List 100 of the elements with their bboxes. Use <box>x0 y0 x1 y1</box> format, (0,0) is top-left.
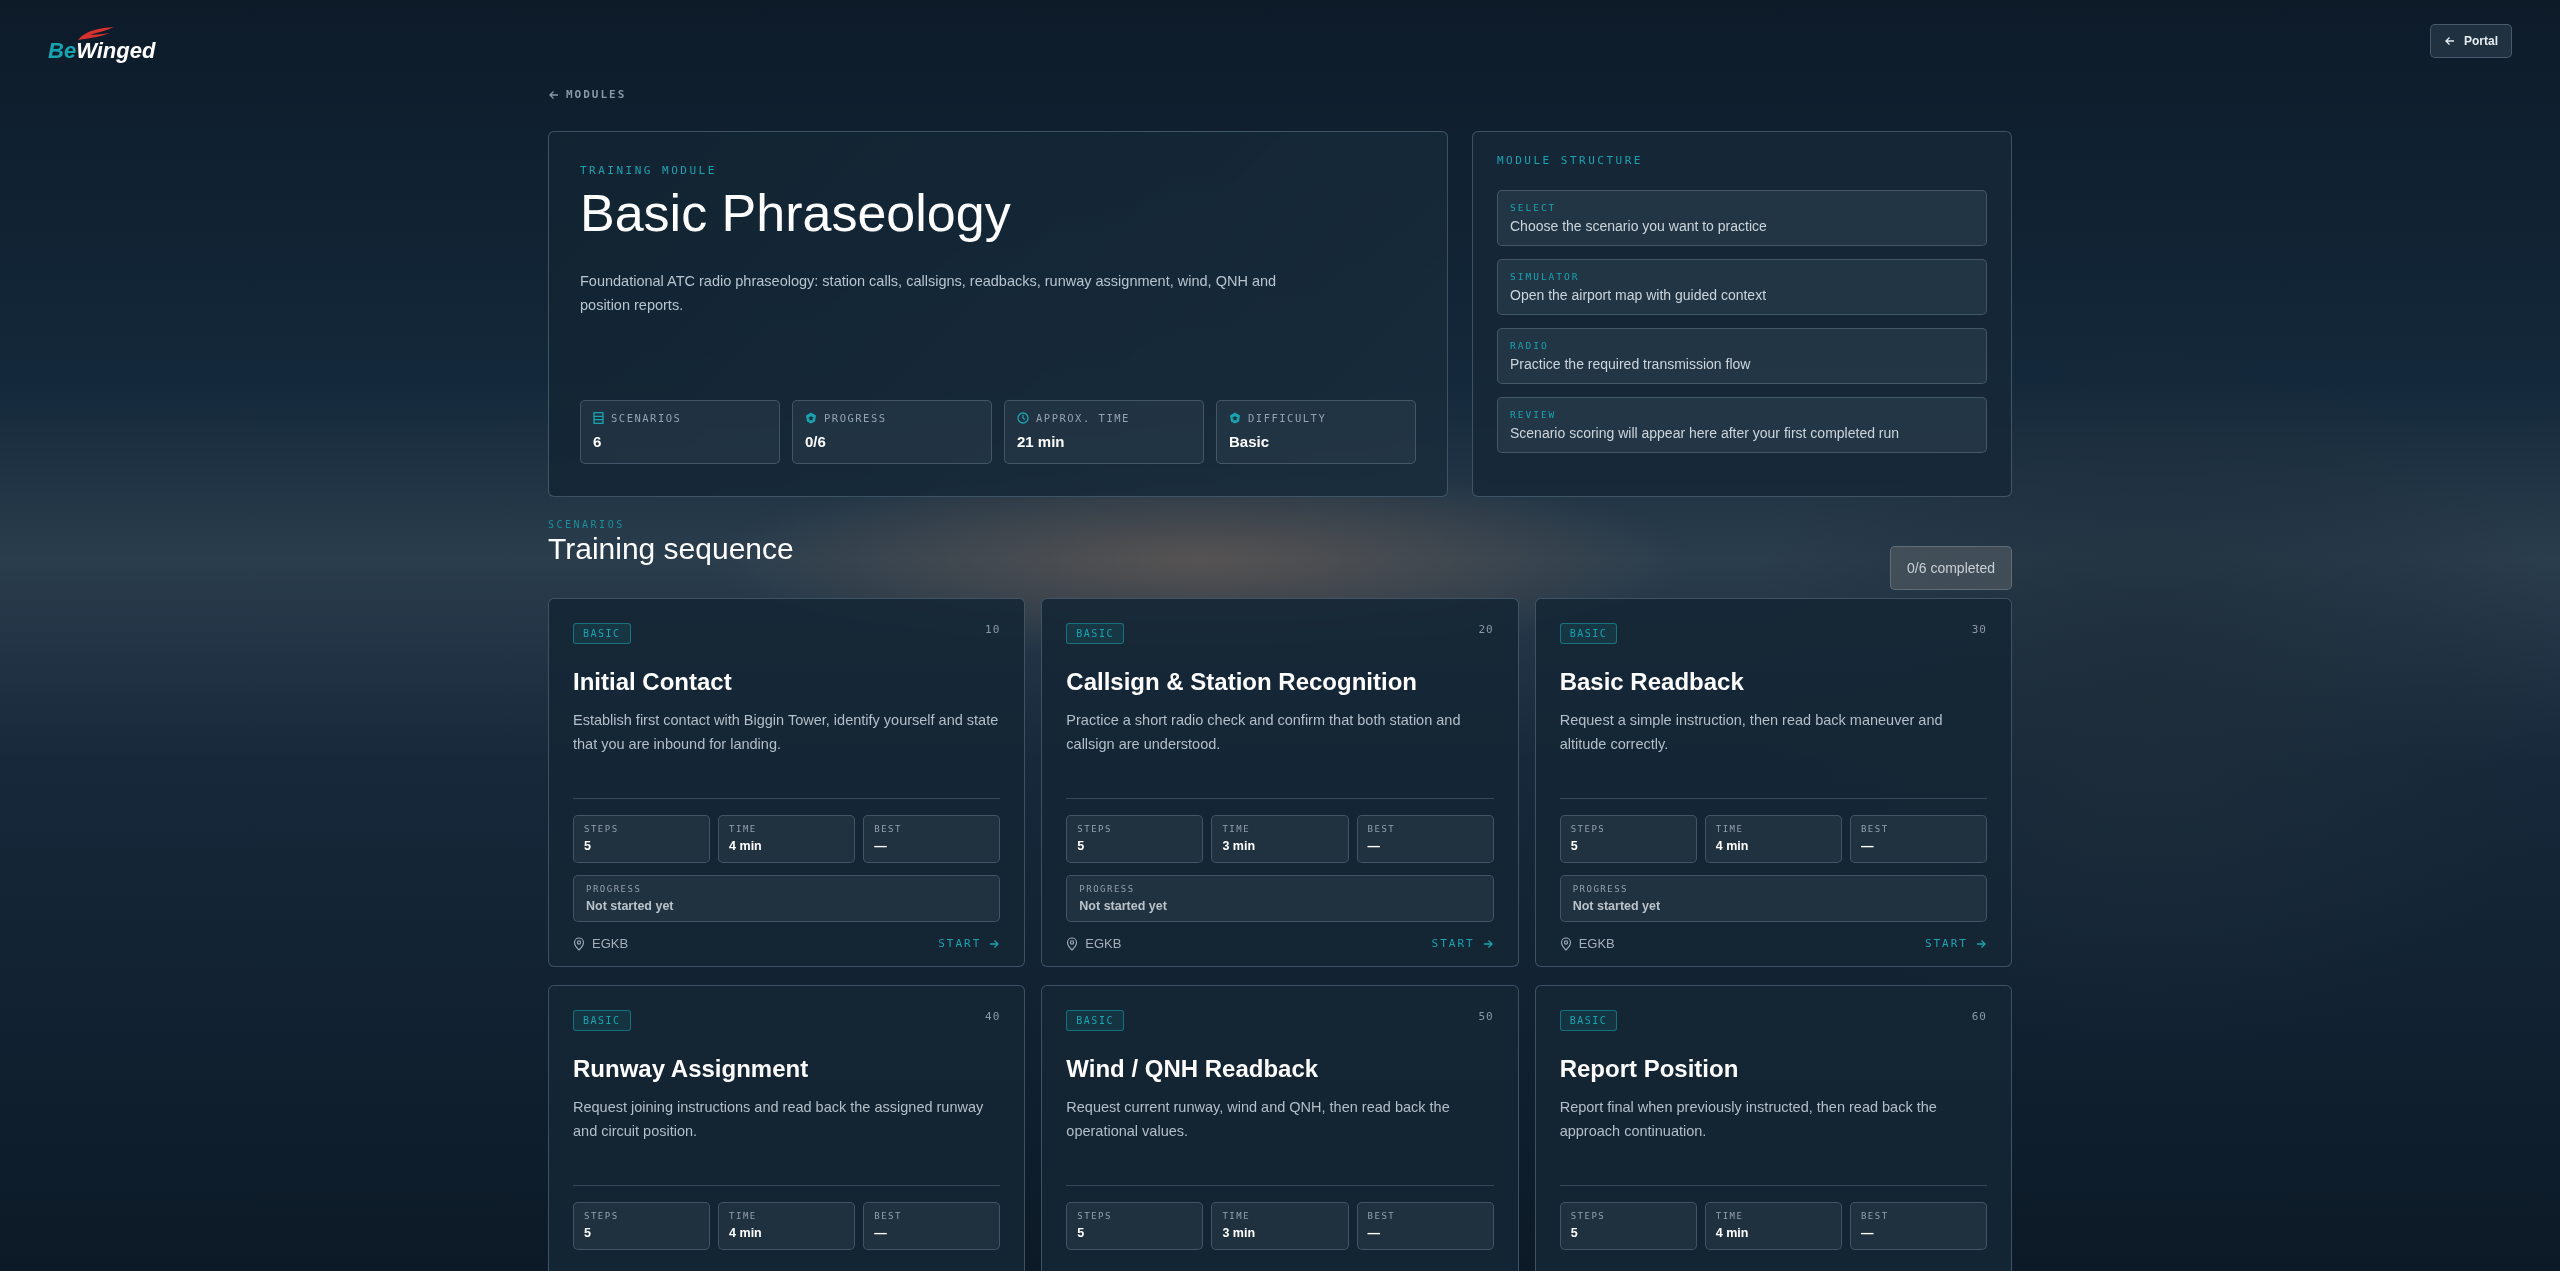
stat-label: PROGRESS <box>1572 884 1628 894</box>
scenario-number: 30 <box>1971 623 1987 636</box>
arrow-left-icon <box>548 88 560 101</box>
stat-label: PROGRESS <box>824 412 887 424</box>
difficulty-tag: BASIC <box>1559 1010 1618 1031</box>
step-label: SIMULATOR <box>1510 271 1580 282</box>
difficulty-tag: BASIC <box>1066 623 1124 644</box>
stat-label: TIME <box>1715 1211 1744 1221</box>
stat-label: STEPS <box>1077 824 1112 834</box>
logo-text: Winged <box>76 38 156 63</box>
location-pin-icon <box>1559 936 1572 951</box>
stat-label: TIME <box>729 824 757 834</box>
airport-code: EGKB <box>592 936 629 951</box>
portal-button[interactable]: Portal <box>2430 24 2512 58</box>
scenario-card[interactable]: BASIC 60 Report Position Report final when previously instructed, then read back the approach continuation. STEPS 5 TIME 4 min BEST — <box>1534 985 2012 1271</box>
arrow-left-icon <box>2444 35 2456 47</box>
step-text: Choose the scenario you want to practice <box>1510 218 1768 234</box>
airport-code: EGKB <box>1085 936 1122 951</box>
scenario-card[interactable]: BASIC 40 Runway Assignment Request joining instructions and read back the assigned runway and circuit position. STEPS 5 TIME 4 min BEST — <box>548 985 1026 1271</box>
stat-label: TIME <box>1715 824 1744 834</box>
scenario-description: Request current runway, wind and QNH, then read back the operational values. <box>1066 1098 1451 1141</box>
logo-text: Be <box>48 38 77 63</box>
scenario-description: Establish first contact with Biggin Tower, identify yourself and state that you are inbound for landing. <box>573 711 1000 754</box>
stat-value: 4 min <box>729 839 762 853</box>
stat-value: 3 min <box>1222 1226 1256 1240</box>
section-title: Training sequence <box>548 532 794 566</box>
start-link[interactable]: START <box>1431 937 1494 950</box>
list-icon <box>593 412 604 424</box>
stat-label: BEST <box>1367 824 1396 834</box>
scenario-card[interactable]: BASIC 20 Callsign & Station Recognition Practice a short radio check and confirm that both station and callsign are understood. STEPS 5 TIME 3 min BEST — PROGRESS Not started yet EGKB START <box>1041 598 1519 967</box>
difficulty-tag: BASIC <box>573 623 631 644</box>
scenario-description: Request joining instructions and read back the assigned runway and circuit position. <box>573 1098 985 1141</box>
scenario-description: Practice a short radio check and confirm that both station and callsign are understood. <box>1066 711 1462 754</box>
scenario-number: 60 <box>1971 1010 1987 1023</box>
badge-icon <box>1229 412 1241 424</box>
completed-count: 0/6 completed <box>1890 546 2012 590</box>
difficulty-tag: BASIC <box>573 1010 631 1031</box>
scenario-title: Callsign & Station Recognition <box>1066 668 1417 696</box>
panel-heading: MODULE STRUCTURE <box>1497 154 1643 167</box>
stat-label: BEST <box>1367 1211 1396 1221</box>
stat-value: — <box>874 1226 887 1240</box>
stat-value: 3 min <box>1222 839 1256 853</box>
stat-value: 5 <box>1570 1226 1578 1240</box>
eyebrow-label: SCENARIOS <box>548 519 625 530</box>
progress-status: Not started yet <box>1572 899 1661 913</box>
stat-value: 0/6 <box>805 433 826 450</box>
start-link[interactable]: START <box>938 937 1001 950</box>
stat-label: APPROX. TIME <box>1036 412 1130 424</box>
stat-label: DIFFICULTY <box>1248 412 1327 424</box>
stat-value: 5 <box>584 839 591 853</box>
stat-value: — <box>874 839 887 853</box>
step-text: Open the airport map with guided context <box>1510 287 1768 303</box>
clock-icon <box>1017 412 1029 424</box>
stat-value: 4 min <box>1715 839 1749 853</box>
arrow-right-icon <box>988 937 1001 950</box>
progress-status: Not started yet <box>586 899 674 913</box>
scenario-title: Runway Assignment <box>573 1055 809 1083</box>
scenario-description: Request a simple instruction, then read back maneuver and altitude correctly. <box>1559 711 1944 754</box>
scenario-number: 10 <box>985 623 1001 636</box>
stat-label: TIME <box>1222 824 1251 834</box>
stat-label: TIME <box>729 1211 757 1221</box>
arrow-right-icon <box>1975 937 1987 950</box>
scenario-number: 20 <box>1478 623 1494 636</box>
stat-value: 4 min <box>729 1226 762 1240</box>
airport-code: EGKB <box>1578 936 1615 951</box>
stat-value: 6 <box>593 433 602 450</box>
step-text: Practice the required transmission flow <box>1510 356 1752 372</box>
scenario-title: Initial Contact <box>573 668 732 696</box>
scenario-number: 40 <box>985 1010 1001 1023</box>
badge-icon <box>805 412 817 424</box>
scenario-description: Report final when previously instructed, then read back the approach continuation. <box>1559 1098 1938 1141</box>
step-label: SELECT <box>1510 202 1557 213</box>
stat-label: PROGRESS <box>586 884 642 894</box>
location-pin-icon <box>573 936 585 951</box>
arrow-right-icon <box>1481 937 1494 950</box>
scenario-title: Basic Readback <box>1559 668 1744 696</box>
step-text: Scenario scoring will appear here after your first completed run <box>1510 425 1901 441</box>
scenario-card[interactable]: BASIC 50 Wind / QNH Readback Request current runway, wind and QNH, then read back the operational values. STEPS 5 TIME 3 min BEST — <box>1041 985 1519 1271</box>
module-description: Foundational ATC radio phraseology: station calls, callsigns, readbacks, runway assignment, wind, QNH and position reports. <box>580 272 1278 315</box>
wing-swoosh-icon <box>76 26 116 42</box>
location-pin-icon <box>1066 936 1079 951</box>
start-link[interactable]: START <box>1924 937 1987 950</box>
step-label: RADIO <box>1510 340 1549 351</box>
difficulty-tag: BASIC <box>1066 1010 1124 1031</box>
scenario-card[interactable]: BASIC 30 Basic Readback Request a simple instruction, then read back maneuver and altitude correctly. STEPS 5 TIME 4 min BEST — PROGRESS Not started yet EGKB START <box>1534 598 2012 967</box>
scenario-title: Wind / QNH Readback <box>1066 1055 1319 1083</box>
back-link[interactable]: MODULES <box>548 88 627 101</box>
stat-value: Basic <box>1229 433 1270 450</box>
stat-value: 4 min <box>1715 1226 1749 1240</box>
scenario-number: 50 <box>1478 1010 1494 1023</box>
scenario-card[interactable]: BASIC 10 Initial Contact Establish first contact with Biggin Tower, identify yourself and state that you are inbound for landing. STEPS 5 TIME 4 min BEST — PROGRESS Not started yet EGKB START <box>548 598 1026 967</box>
stat-value: — <box>1860 1226 1874 1240</box>
stat-label: STEPS <box>1570 1211 1606 1221</box>
stat-label: STEPS <box>584 824 619 834</box>
stat-label: TIME <box>1222 1211 1251 1221</box>
difficulty-tag: BASIC <box>1559 623 1618 644</box>
progress-status: Not started yet <box>1079 899 1167 913</box>
stat-label: BEST <box>1860 1211 1889 1221</box>
module-title: Basic Phraseology <box>580 183 1011 243</box>
stat-label: BEST <box>874 824 902 834</box>
